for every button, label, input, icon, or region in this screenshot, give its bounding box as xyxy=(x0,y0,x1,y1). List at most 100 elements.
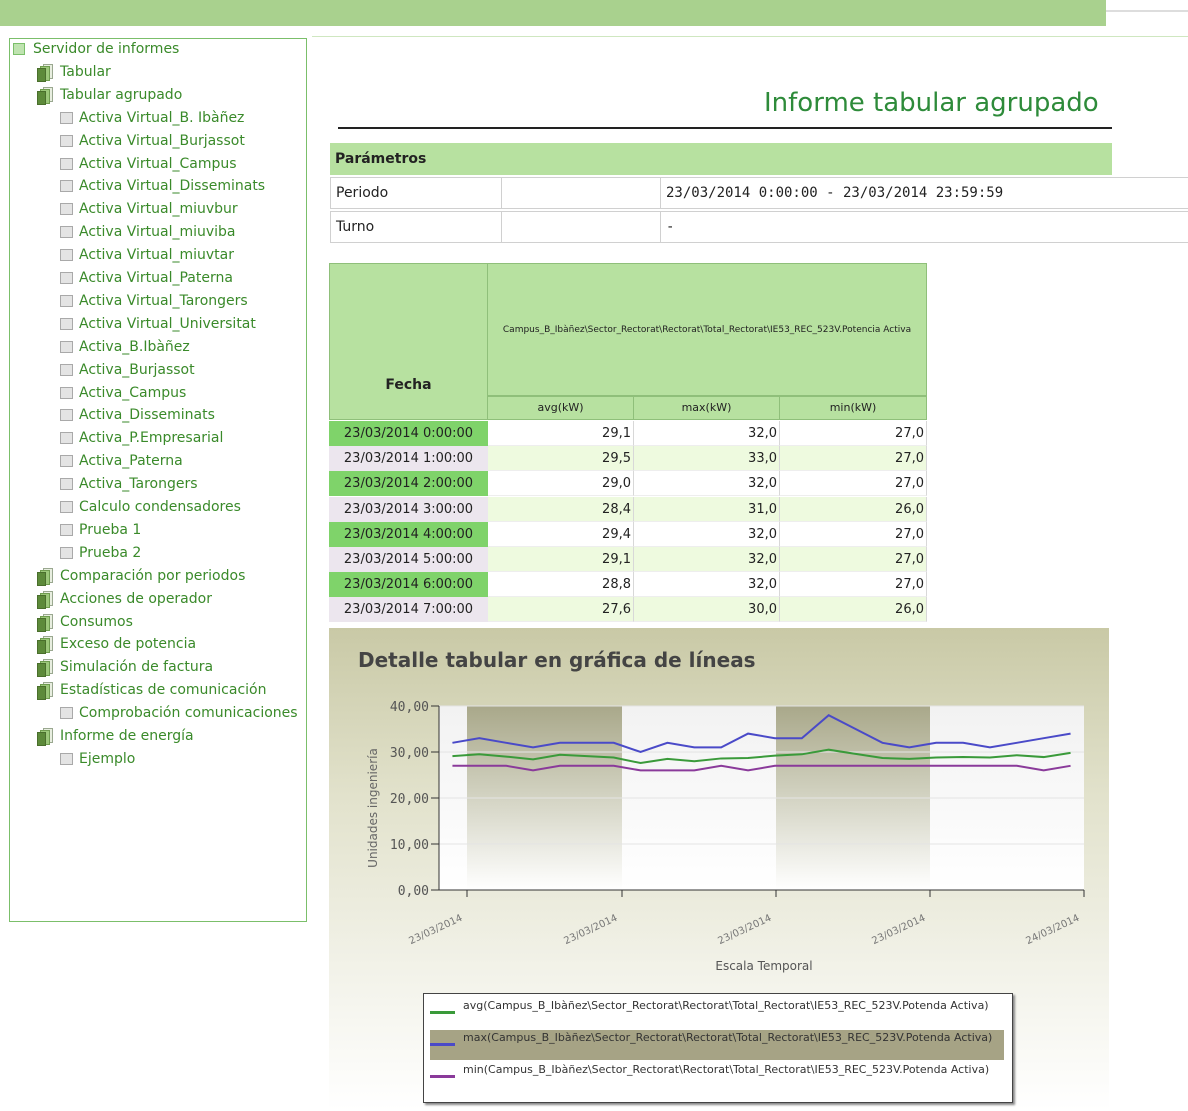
report-folder-icon xyxy=(37,590,53,609)
x-axis-title: Escala Temporal xyxy=(715,959,812,973)
table-cell-max: 32,0 xyxy=(634,421,780,446)
tree-item-label: Activa_P.Empresarial xyxy=(79,430,224,447)
table-cell-max: 30,0 xyxy=(634,597,780,623)
tree-report-item[interactable]: Activa Virtual_miuvbur xyxy=(60,198,238,220)
legend-swatch xyxy=(430,1043,455,1046)
table-cell-date: 23/03/2014 7:00:00 xyxy=(329,597,488,623)
legend-entry[interactable]: min(Campus_B_Ibàñez\Sector_Rectorat\Rect… xyxy=(430,1062,1004,1092)
table-cell-min: 26,0 xyxy=(780,496,927,522)
tree-report-item[interactable]: Activa Virtual_Paterna xyxy=(60,267,233,289)
table-cell-avg: 29,1 xyxy=(488,421,634,446)
tree-report-item[interactable]: Activa Virtual_miuvtar xyxy=(60,244,234,266)
title-rule xyxy=(338,127,1112,129)
tree-item-label: Activa Virtual_Universitat xyxy=(79,315,256,332)
tree-report-item[interactable]: Activa_B.Ibàñez xyxy=(60,336,190,358)
legend-swatch xyxy=(430,1011,455,1014)
table-cell-avg: 29,0 xyxy=(488,471,634,497)
report-document-icon xyxy=(60,478,73,491)
tree-folder[interactable]: Tabular xyxy=(37,61,111,83)
tree-report-item[interactable]: Prueba 1 xyxy=(60,519,141,541)
tree-report-item[interactable]: Activa_Campus xyxy=(60,382,186,404)
report-folder-icon xyxy=(37,613,53,632)
tree-report-item[interactable]: Activa Virtual_Campus xyxy=(60,153,237,175)
param-label-turno: Turno xyxy=(330,211,502,243)
tree-report-item[interactable]: Activa_Disseminats xyxy=(60,404,215,426)
tree-report-item[interactable]: Activa Virtual_Tarongers xyxy=(60,290,248,312)
tree-folder[interactable]: Exceso de potencia xyxy=(37,633,196,655)
table-header-min: min(kW) xyxy=(780,396,927,420)
report-folder-icon xyxy=(37,682,53,701)
table-cell-avg: 28,8 xyxy=(488,572,634,598)
tree-report-item[interactable]: Activa Virtual_Burjassot xyxy=(60,130,245,152)
table-cell-min: 27,0 xyxy=(780,471,927,497)
table-cell-date: 23/03/2014 4:00:00 xyxy=(329,521,488,547)
table-cell-date: 23/03/2014 1:00:00 xyxy=(329,446,488,472)
report-document-icon xyxy=(60,432,73,445)
tree-item-label: Activa_B.Ibàñez xyxy=(79,338,190,355)
report-document-icon xyxy=(60,272,73,284)
tree-folder[interactable]: Comparación por periodos xyxy=(37,565,245,587)
tree-report-item[interactable]: Activa_Tarongers xyxy=(60,473,198,495)
report-folder-icon xyxy=(37,659,53,678)
report-document-icon xyxy=(60,546,73,559)
table-cell-min: 27,0 xyxy=(780,547,927,572)
tree-report-item[interactable]: Prueba 2 xyxy=(60,542,141,564)
tree-item-label: Acciones de operador xyxy=(60,590,212,607)
tree-report-item[interactable]: Activa_P.Empresarial xyxy=(60,427,223,449)
report-document-icon xyxy=(60,317,73,330)
tree-report-item[interactable]: Activa_Burjassot xyxy=(60,359,195,381)
tree-item-label: Activa Virtual_Campus xyxy=(79,155,237,172)
table-header-variable: Campus_B_Ibàñez\Sector_Rectorat\Rectorat… xyxy=(488,263,927,396)
table-cell-date: 23/03/2014 5:00:00 xyxy=(329,547,488,572)
report-document-icon xyxy=(60,134,73,147)
tree-report-item[interactable]: Activa Virtual_miuviba xyxy=(60,221,236,243)
tree-report-item[interactable]: Activa Virtual_Disseminats xyxy=(60,175,265,197)
table-cell-avg: 28,4 xyxy=(488,496,634,522)
param-value-turno: - xyxy=(660,211,1188,243)
report-tree[interactable]: Servidor de informes Tabular Tabular agrup… xyxy=(9,38,307,922)
tree-folder[interactable]: Simulación de factura xyxy=(37,656,213,678)
tree-item-label: Ejemplo xyxy=(79,750,136,767)
tree-folder[interactable]: Estadísticas de comunicación xyxy=(37,679,266,701)
param-value-periodo: 23/03/2014 0:00:00 - 23/03/2014 23:59:59 xyxy=(660,177,1188,209)
tree-root[interactable]: Servidor de informes xyxy=(13,38,179,60)
tree-item-label: Activa_Campus xyxy=(79,384,187,401)
tree-folder[interactable]: Consumos xyxy=(37,611,133,633)
top-banner xyxy=(0,0,1106,26)
tree-folder[interactable]: Tabular agrupado xyxy=(37,84,182,106)
report-document-icon xyxy=(60,203,73,216)
table-header-avg: avg(kW) xyxy=(488,396,634,420)
y-tick-label: 10,00 xyxy=(390,838,429,853)
param-label-periodo: Periodo xyxy=(330,177,502,209)
report-document-icon xyxy=(60,386,73,399)
tree-item-label: Activa_Tarongers xyxy=(79,476,198,493)
x-tick-label: 23/03/2014 xyxy=(716,913,773,947)
x-tick-label: 23/03/2014 xyxy=(562,913,619,947)
tree-item-label: Activa_Paterna xyxy=(79,453,183,470)
param-spacer xyxy=(502,211,660,243)
y-axis-title: Unidades ingeniería xyxy=(366,748,380,868)
legend-entry[interactable]: avg(Campus_B_Ibàñez\Sector_Rectorat\Rect… xyxy=(430,998,1004,1028)
table-cell-avg: 29,4 xyxy=(488,521,634,547)
report-folder-icon xyxy=(37,636,53,655)
tree-report-item[interactable]: Ejemplo xyxy=(60,748,135,770)
x-tick-label: 24/03/2014 xyxy=(1024,913,1081,947)
report-document-icon xyxy=(60,363,73,376)
tree-report-item[interactable]: Calculo condensadores xyxy=(60,496,241,518)
tree-item-label: Tabular agrupado xyxy=(60,86,183,103)
x-tick-label: 23/03/2014 xyxy=(407,913,464,947)
tree-report-item[interactable]: Activa Virtual_B. Ibàñez xyxy=(60,107,244,129)
tree-folder[interactable]: Informe de energía xyxy=(37,725,194,747)
tree-item-label: Activa Virtual_Tarongers xyxy=(79,292,248,309)
legend-swatch xyxy=(430,1075,455,1078)
report-document-icon xyxy=(60,523,73,536)
tree-report-item[interactable]: Activa Virtual_Universitat xyxy=(60,313,256,335)
report-document-icon xyxy=(60,501,73,513)
y-tick-label: 20,00 xyxy=(390,792,429,807)
legend-entry[interactable]: max(Campus_B_Ibàñez\Sector_Rectorat\Rect… xyxy=(430,1030,1004,1060)
tree-folder[interactable]: Acciones de operador xyxy=(37,588,212,610)
report-document-icon xyxy=(60,752,73,765)
tree-report-item[interactable]: Comprobación comunicaciones xyxy=(60,702,298,724)
report-folder-icon xyxy=(37,86,53,105)
tree-report-item[interactable]: Activa_Paterna xyxy=(60,450,183,472)
